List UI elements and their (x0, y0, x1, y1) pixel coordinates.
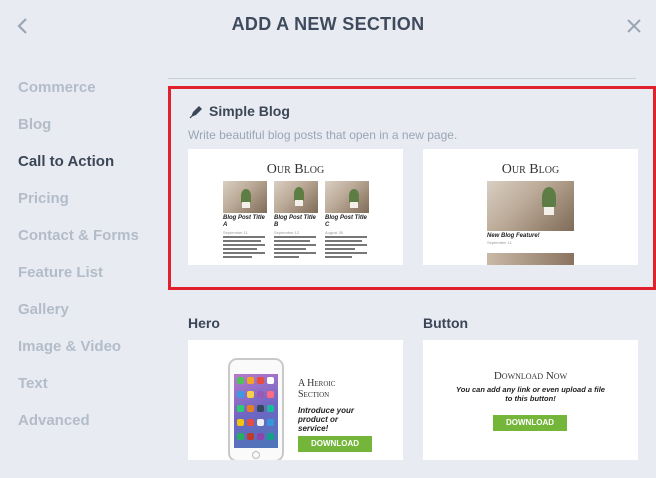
sidebar: Commerce Blog Call to Action Pricing Con… (18, 77, 158, 447)
header-divider (168, 78, 636, 79)
sidebar-item-commerce[interactable]: Commerce (18, 77, 158, 114)
sidebar-item-advanced[interactable]: Advanced (18, 410, 158, 447)
post-image (487, 181, 574, 231)
sidebar-item-call-to-action[interactable]: Call to Action (18, 151, 158, 188)
pen-nib-icon (189, 106, 202, 119)
hero-tagline: Introduce your product or service! (298, 406, 355, 433)
post-date: August 30 (325, 230, 344, 235)
post-image (274, 181, 318, 213)
sidebar-item-text[interactable]: Text (18, 373, 158, 410)
button-tagline: You can add any link or even upload a fi… (456, 385, 605, 403)
post-image (223, 181, 267, 213)
page-title: ADD A NEW SECTION (231, 14, 425, 34)
hero-title: Hero (188, 315, 220, 331)
hero-thumb[interactable]: A Heroic Section Introduce your product … (188, 340, 403, 460)
post-image (325, 181, 369, 213)
close-button[interactable] (624, 16, 644, 36)
post-title: Blog Post Title C (325, 215, 367, 228)
sidebar-item-contact-forms[interactable]: Contact & Forms (18, 225, 158, 262)
post-date: September 11 (487, 240, 512, 245)
sidebar-item-pricing[interactable]: Pricing (18, 188, 158, 225)
post-title: New Blog Feature! (487, 233, 540, 239)
post-excerpt (274, 236, 316, 260)
button-section-title: Button (423, 315, 469, 331)
post-excerpt (325, 236, 367, 260)
sidebar-item-feature-list[interactable]: Feature List (18, 262, 158, 299)
button-download-button[interactable]: DOWNLOAD (493, 415, 567, 431)
close-icon (627, 19, 641, 33)
post-excerpt (223, 236, 265, 260)
simple-blog-description: Write beautiful blog posts that open in … (188, 128, 458, 142)
simple-blog-title: Simple Blog (209, 103, 290, 119)
button-heading: Download Now (493, 370, 568, 382)
post-image-partial (487, 253, 574, 265)
post-title: Blog Post Title A (223, 215, 265, 228)
button-thumb[interactable]: Download Now You can add any link or eve… (423, 340, 638, 460)
thumb-heading: Our Blog (501, 162, 560, 177)
sidebar-item-blog[interactable]: Blog (18, 114, 158, 151)
simple-blog-thumb-three-column[interactable]: Our Blog Blog Post Title A September 11 … (188, 149, 403, 265)
simple-blog-thumb-single[interactable]: Our Blog New Blog Feature! September 11 (423, 149, 638, 265)
phone-home-button (252, 451, 260, 459)
post-date: September 12 (274, 230, 300, 235)
hero-heading: A Heroic Section (298, 378, 336, 400)
post-title: Blog Post Title B (274, 215, 316, 228)
sidebar-item-image-video[interactable]: Image & Video (18, 336, 158, 373)
sidebar-item-gallery[interactable]: Gallery (18, 299, 158, 336)
thumb-heading: Our Blog (266, 162, 325, 177)
header: ADD A NEW SECTION (0, 0, 656, 52)
post-date: September 11 (223, 230, 248, 235)
hero-download-button[interactable]: DOWNLOAD (298, 436, 372, 452)
phone-screen (234, 374, 278, 448)
phone-mockup (228, 358, 284, 460)
